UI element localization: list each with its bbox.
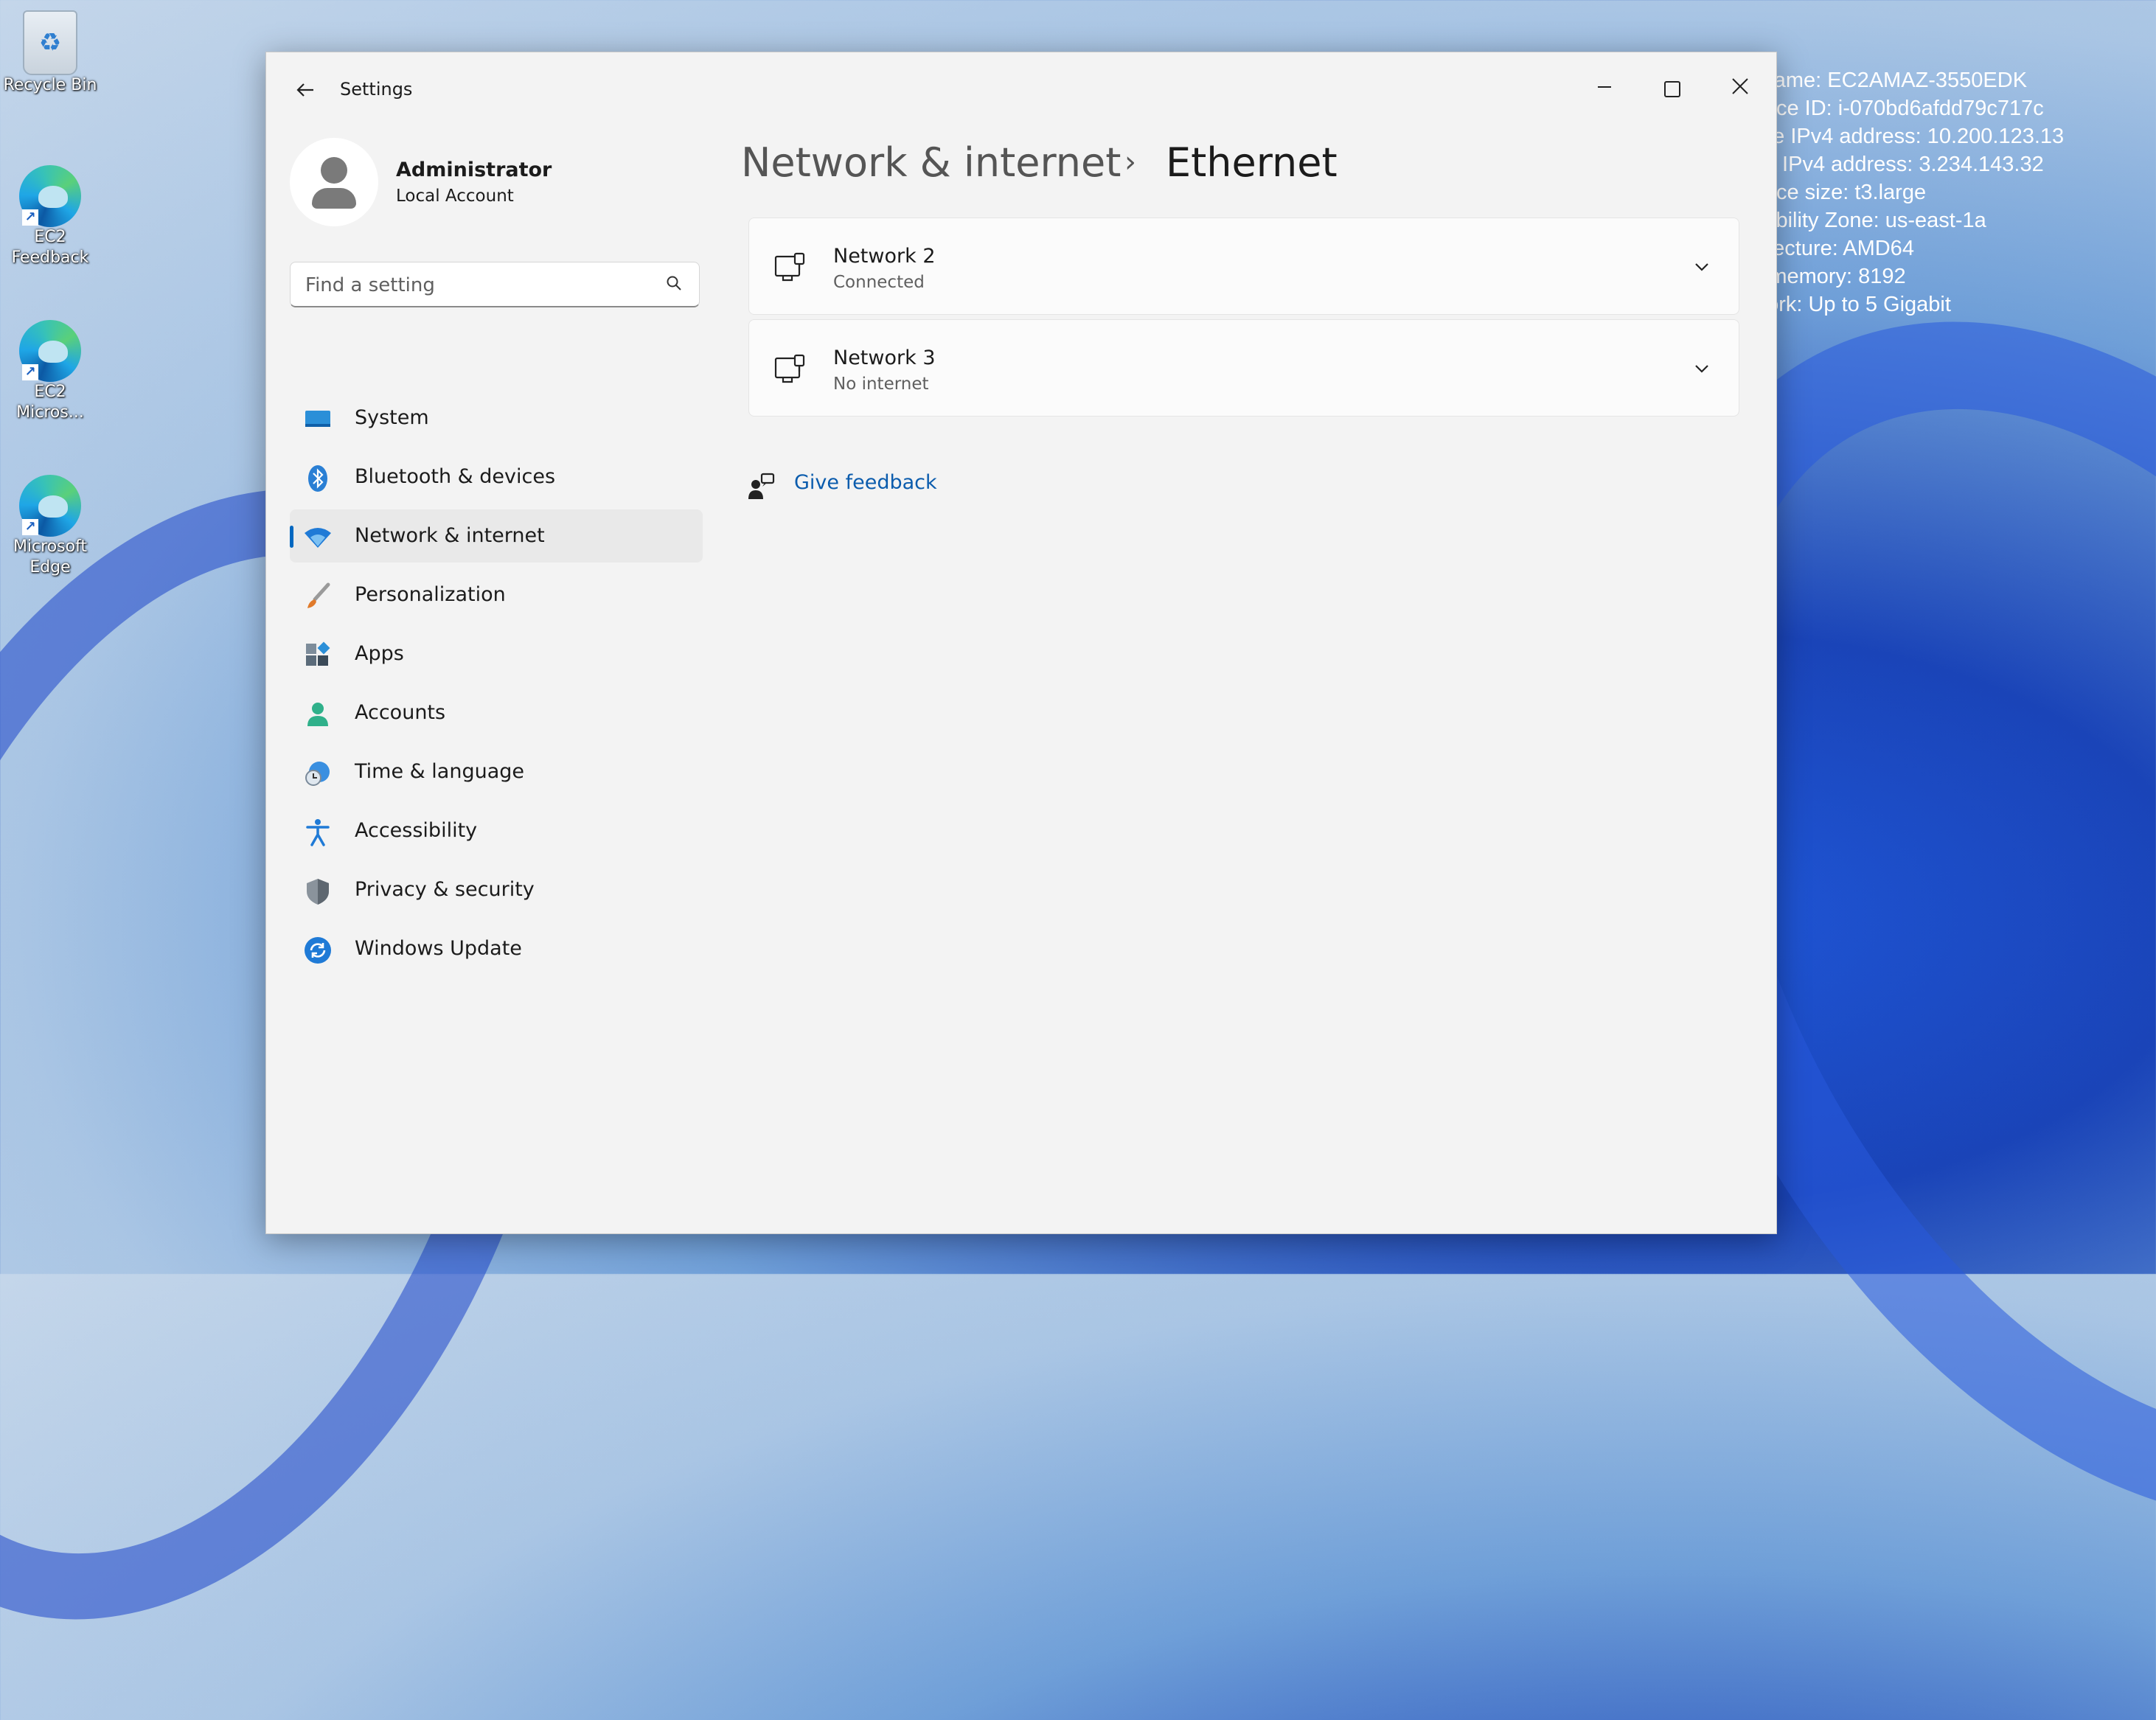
sidebar-item-windows-update[interactable]: Windows Update — [290, 922, 703, 975]
accessibility-icon — [306, 819, 330, 846]
edge-icon: ↗ — [19, 165, 81, 227]
ec2-instance-info: Hostname: EC2AMAZ-3550EDK Instance ID: i… — [1770, 66, 2153, 318]
give-feedback-link[interactable]: Give feedback — [794, 471, 937, 494]
breadcrumb-parent[interactable]: Network & internet — [741, 139, 1121, 186]
ec2-info-line: Private IPv4 address: 10.200.123.13 — [1770, 125, 2065, 148]
bluetooth-icon — [308, 465, 327, 492]
update-icon — [305, 937, 331, 964]
ec2-info-line: Public IPv4 address: 3.234.143.32 — [1770, 153, 2044, 176]
search-input[interactable] — [304, 270, 661, 301]
recycle-bin-icon: ♻ — [23, 10, 77, 75]
shortcut-arrow-icon: ↗ — [22, 209, 38, 226]
sidebar-item-label: Accounts — [355, 701, 446, 724]
back-arrow-icon — [296, 83, 313, 97]
sidebar-item-time-language[interactable]: Time & language — [290, 745, 703, 798]
feedback-icon — [748, 473, 775, 499]
network-name: Network 3 — [833, 347, 936, 369]
ec2-info-line: Availability Zone: us-east-1a — [1770, 209, 1986, 232]
network-status: No internet — [833, 375, 929, 394]
shortcut-arrow-icon: ↗ — [22, 519, 38, 535]
close-icon — [1732, 78, 1748, 94]
apps-icon — [306, 641, 330, 666]
edge-icon: ↗ — [19, 320, 81, 382]
sidebar-item-accounts[interactable]: Accounts — [290, 686, 703, 739]
ethernet-icon — [774, 354, 805, 383]
system-icon — [305, 411, 330, 427]
sidebar-item-personalization[interactable]: Personalization — [290, 568, 703, 622]
sidebar-item-label: Bluetooth & devices — [355, 465, 556, 488]
ec2-info-line: Hostname: EC2AMAZ-3550EDK — [1770, 69, 2028, 92]
back-button[interactable] — [287, 74, 324, 111]
breadcrumb-separator: › — [1124, 145, 1136, 179]
network-name: Network 2 — [833, 245, 936, 268]
sidebar-item-apps[interactable]: Apps — [290, 627, 703, 680]
user-name: Administrator — [396, 159, 552, 181]
desktop-icon-recycle-bin[interactable]: ♻ Recycle Bin — [0, 10, 102, 96]
network-card[interactable]: Network 3 No internet — [748, 319, 1739, 417]
desktop-icon-label: EC2 Feedback — [11, 228, 89, 267]
ec2-info-line: Total memory: 8192 — [1770, 265, 1906, 288]
sidebar-item-accessibility[interactable]: Accessibility — [290, 804, 703, 857]
settings-window: Settings Administrator Local Account Sys… — [265, 52, 1777, 1234]
sidebar-item-privacy-security[interactable]: Privacy & security — [290, 863, 703, 916]
desktop-icon-ec2-microsoft[interactable]: ↗ EC2 Micros... — [0, 320, 102, 423]
desktop-icon-label: Recycle Bin — [3, 76, 97, 94]
maximize-button[interactable] — [1639, 63, 1705, 114]
shortcut-arrow-icon: ↗ — [22, 364, 38, 380]
page-title: Ethernet — [1166, 139, 1338, 186]
brush-icon — [307, 582, 330, 608]
account-icon — [307, 703, 328, 726]
search-box[interactable] — [290, 262, 700, 307]
desktop-icon-label: EC2 Micros... — [16, 383, 84, 422]
avatar[interactable] — [290, 138, 378, 226]
chevron-down-icon[interactable] — [1691, 358, 1712, 379]
clock-globe-icon — [305, 762, 330, 786]
ec2-info-line: Network: Up to 5 Gigabit — [1770, 293, 1951, 316]
sidebar-item-label: Accessibility — [355, 819, 478, 842]
minimize-button[interactable] — [1571, 63, 1638, 114]
title-bar[interactable]: Settings — [266, 52, 1776, 126]
chevron-down-icon[interactable] — [1691, 257, 1712, 277]
desktop-icon-microsoft-edge[interactable]: ↗ Microsoft Edge — [0, 475, 102, 578]
sidebar-item-label: Privacy & security — [355, 878, 535, 901]
sidebar-item-label: Personalization — [355, 583, 506, 606]
account-type: Local Account — [396, 187, 514, 206]
ec2-info-line: Instance size: t3.large — [1770, 181, 1927, 204]
sidebar-item-label: Network & internet — [355, 524, 545, 547]
sidebar-item-system[interactable]: System — [290, 391, 703, 445]
desktop-icon-ec2-feedback[interactable]: ↗ EC2 Feedback — [0, 165, 102, 268]
minimize-icon — [1598, 86, 1611, 88]
shield-icon — [307, 879, 329, 905]
sidebar-item-bluetooth[interactable]: Bluetooth & devices — [290, 450, 703, 504]
edge-icon: ↗ — [19, 475, 81, 537]
sidebar-item-label: Time & language — [355, 760, 525, 783]
app-title: Settings — [340, 79, 413, 100]
sidebar-item-network[interactable]: Network & internet — [290, 509, 703, 563]
search-icon[interactable] — [665, 274, 683, 292]
ec2-info-line: Architecture: AMD64 — [1770, 237, 1914, 260]
sidebar-nav: System Bluetooth & devices Network & int… — [290, 391, 703, 981]
desktop-icon-label: Microsoft Edge — [13, 537, 88, 577]
maximize-icon — [1664, 80, 1680, 97]
ec2-info-line: Instance ID: i-070bd6afdd79c717c — [1770, 97, 2044, 120]
sidebar-item-label: System — [355, 406, 429, 429]
network-card[interactable]: Network 2 Connected — [748, 217, 1739, 315]
sidebar-item-label: Windows Update — [355, 937, 522, 960]
wifi-icon — [305, 528, 331, 548]
network-status: Connected — [833, 273, 925, 292]
ethernet-icon — [774, 252, 805, 282]
close-button[interactable] — [1707, 63, 1773, 114]
sidebar-item-label: Apps — [355, 642, 404, 665]
